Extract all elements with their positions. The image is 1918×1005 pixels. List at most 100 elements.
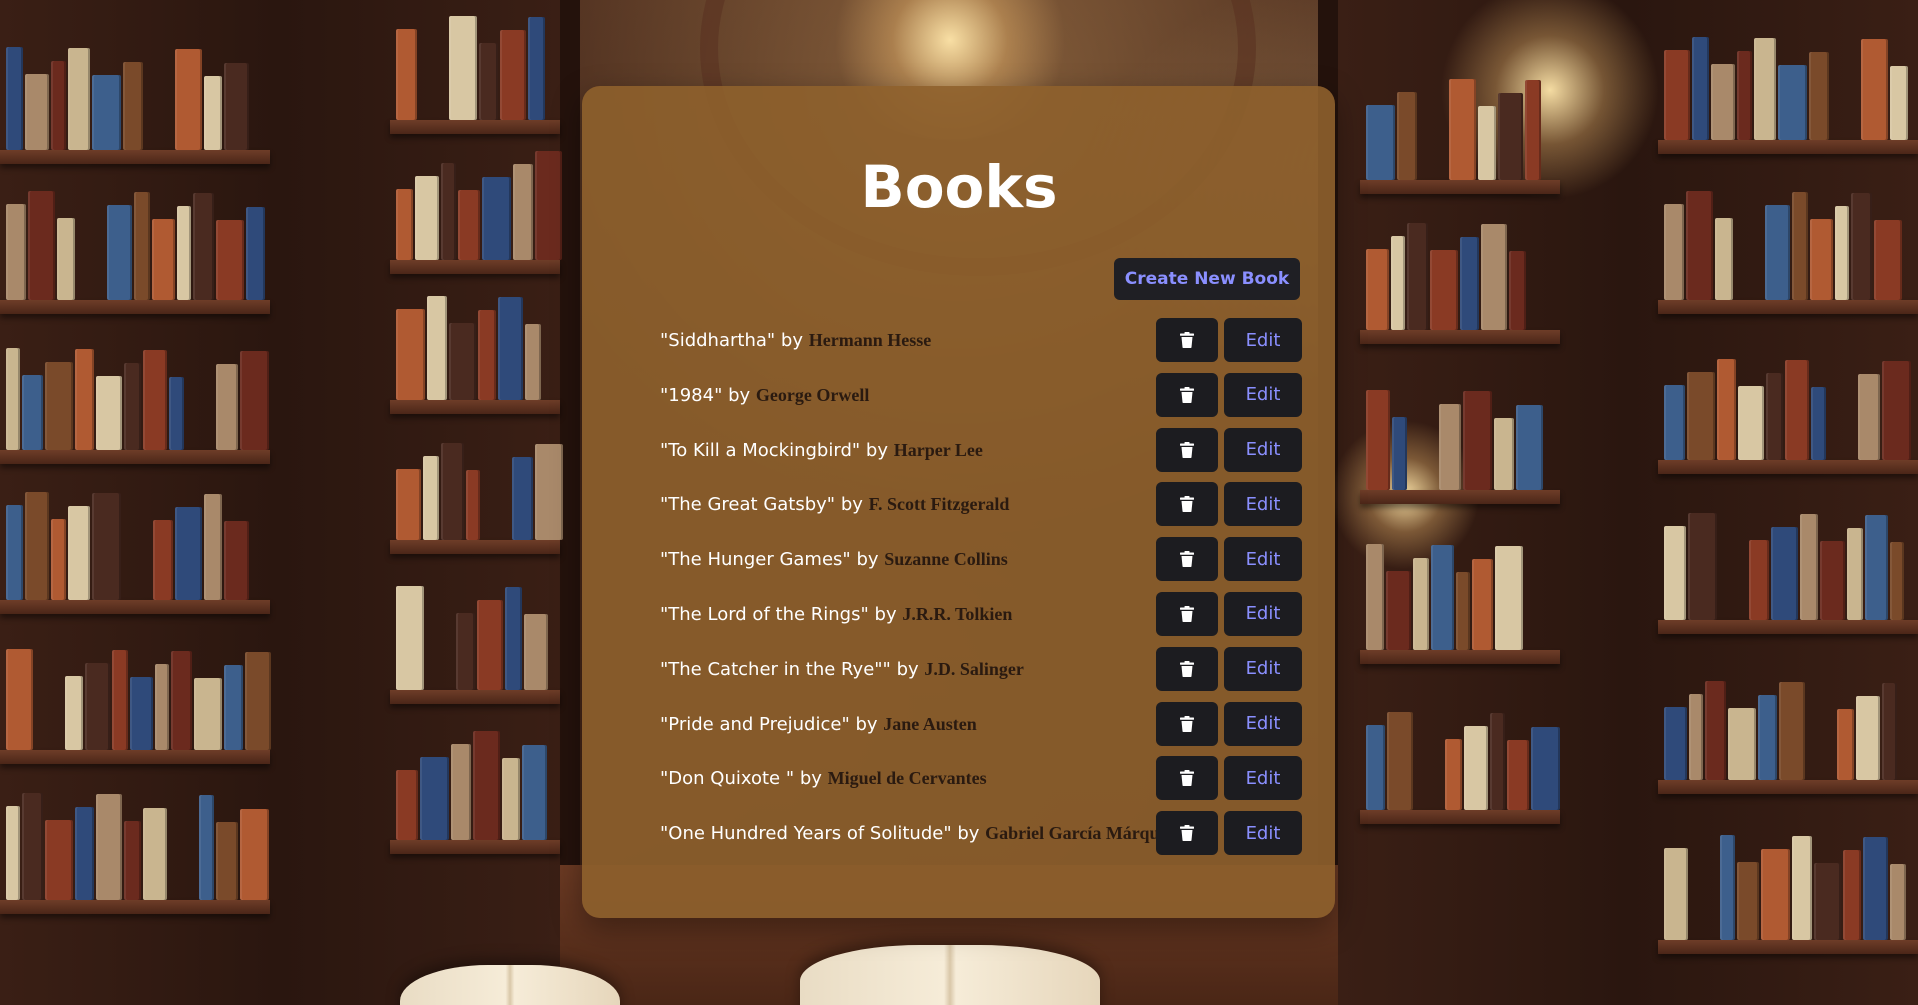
- decorative-book: [1890, 864, 1906, 940]
- decorative-book: [155, 664, 169, 750]
- decorative-book: [96, 376, 122, 450]
- decorative-book: [1687, 372, 1715, 460]
- decorative-book: [1692, 37, 1709, 140]
- decorative-book: [1863, 837, 1888, 940]
- decorative-book: [1717, 359, 1736, 460]
- book-row: "The Catcher in the Rye"" by J.D. Saling…: [660, 646, 1302, 691]
- book-author: Harper Lee: [893, 439, 983, 460]
- decorative-book: [6, 348, 20, 450]
- book-author: F. Scott Fitzgerald: [868, 494, 1010, 515]
- decorative-book: [1509, 251, 1526, 330]
- decorative-book: [449, 16, 477, 120]
- delete-book-button[interactable]: [1156, 701, 1218, 746]
- book-by: by: [874, 603, 897, 625]
- decorative-book: [1490, 713, 1505, 810]
- delete-book-button[interactable]: [1156, 537, 1218, 582]
- decorative-book: [396, 469, 421, 540]
- delete-book-button[interactable]: [1156, 427, 1218, 472]
- decorative-book: [505, 587, 522, 690]
- decorative-book: [216, 822, 238, 900]
- decorative-book: [204, 494, 222, 600]
- trash-icon: [1180, 551, 1194, 568]
- decorative-book: [25, 74, 49, 150]
- edit-book-button[interactable]: Edit: [1224, 482, 1302, 527]
- book-title: "One Hundred Years of Solitude": [660, 823, 952, 845]
- decorative-book: [240, 809, 269, 900]
- book-by: by: [957, 823, 980, 845]
- decorative-book: [1366, 249, 1389, 330]
- book-by: by: [780, 330, 803, 351]
- delete-book-button[interactable]: [1156, 811, 1218, 856]
- edit-book-button[interactable]: Edit: [1224, 591, 1302, 636]
- delete-book-button[interactable]: [1156, 482, 1218, 527]
- decorative-book: [1837, 709, 1854, 780]
- decorative-book: [1865, 515, 1888, 620]
- trash-icon: [1180, 825, 1194, 842]
- decorative-book: [143, 808, 167, 900]
- book-title: "The Hunger Games": [660, 549, 851, 571]
- shelf-plank: [1360, 330, 1560, 344]
- decorative-book: [522, 745, 547, 840]
- decorative-book: [1771, 527, 1798, 620]
- edit-book-button[interactable]: Edit: [1224, 318, 1302, 362]
- edit-book-button[interactable]: Edit: [1224, 427, 1302, 472]
- decorative-book: [1463, 391, 1492, 490]
- decorative-book: [1882, 683, 1897, 780]
- decorative-book: [525, 324, 541, 400]
- open-book-decoration: [800, 945, 1100, 1005]
- decorative-book: [51, 519, 66, 600]
- book-author: Hermann Hesse: [808, 330, 932, 350]
- decorative-book: [1728, 708, 1756, 780]
- create-new-book-button[interactable]: Create New Book: [1114, 258, 1300, 300]
- book-title: "Siddhartha": [660, 330, 776, 351]
- book-by: by: [855, 713, 878, 735]
- shelf-plank: [1360, 650, 1560, 664]
- decorative-book: [1800, 514, 1818, 620]
- decorative-book: [85, 663, 110, 750]
- delete-book-button[interactable]: [1156, 318, 1218, 362]
- decorative-book: [1778, 65, 1807, 140]
- decorative-book: [1494, 418, 1514, 490]
- edit-book-button[interactable]: Edit: [1224, 372, 1302, 417]
- decorative-book: [1761, 849, 1790, 940]
- decorative-book: [224, 63, 249, 150]
- edit-book-button[interactable]: Edit: [1224, 537, 1302, 582]
- decorative-book: [1737, 51, 1752, 140]
- shelf-plank: [390, 840, 560, 854]
- book-by: by: [840, 494, 863, 516]
- decorative-book: [65, 676, 83, 750]
- book-by: by: [799, 768, 822, 790]
- delete-book-button[interactable]: [1156, 591, 1218, 636]
- delete-book-button[interactable]: [1156, 756, 1218, 801]
- book-row: "The Hunger Games" by Suzanne Collins Ed…: [660, 537, 1302, 582]
- decorative-book: [45, 362, 73, 450]
- decorative-book: [25, 492, 49, 600]
- decorative-book: [1472, 559, 1493, 650]
- decorative-book: [441, 443, 464, 540]
- decorative-book: [216, 220, 244, 300]
- decorative-book: [22, 375, 43, 450]
- book-row: "Siddhartha" by Hermann Hesse Edit: [660, 318, 1302, 362]
- decorative-book: [75, 349, 94, 450]
- delete-book-button[interactable]: [1156, 372, 1218, 417]
- decorative-book: [1689, 694, 1703, 780]
- shelf-plank: [1658, 300, 1918, 314]
- edit-book-button[interactable]: Edit: [1224, 646, 1302, 691]
- book-row: "One Hundred Years of Solitude" by Gabri…: [660, 811, 1302, 856]
- edit-book-button[interactable]: Edit: [1224, 701, 1302, 746]
- delete-book-button[interactable]: [1156, 646, 1218, 691]
- book-entry: "Don Quixote " by Miguel de Cervantes: [660, 756, 987, 800]
- book-entry: "Siddhartha" by Hermann Hesse: [660, 318, 931, 362]
- decorative-book: [1882, 361, 1911, 460]
- decorative-book: [1507, 740, 1529, 810]
- book-title: "To Kill a Mockingbird": [660, 439, 861, 461]
- decorative-book: [123, 62, 143, 150]
- decorative-book: [1460, 237, 1479, 330]
- edit-book-button[interactable]: Edit: [1224, 811, 1302, 856]
- book-title: "The Great Gatsby": [660, 494, 836, 516]
- book-author: J.D. Salinger: [924, 658, 1024, 679]
- edit-book-button[interactable]: Edit: [1224, 756, 1302, 801]
- decorative-book: [1664, 526, 1686, 620]
- decorative-book: [1430, 250, 1458, 330]
- decorative-book: [1516, 405, 1543, 490]
